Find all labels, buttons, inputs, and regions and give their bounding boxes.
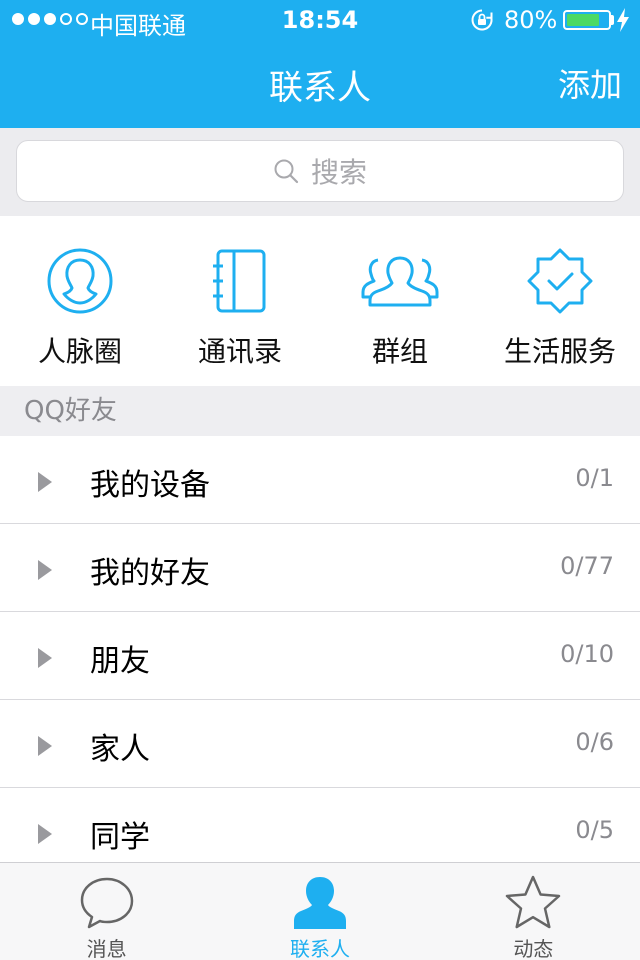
tab-contacts[interactable]: 联系人	[213, 863, 426, 960]
star-icon	[506, 875, 561, 929]
quick-item-label: 人脉圈	[37, 335, 122, 368]
search-placeholder: 搜索	[310, 156, 367, 189]
tab-label: 联系人	[289, 937, 350, 960]
group-row[interactable]: 家人 0/6	[0, 700, 640, 788]
status-bar: 中国联通 18:54 80%	[0, 0, 640, 40]
expand-arrow-icon	[38, 648, 52, 668]
battery-tip	[611, 15, 614, 25]
search-input[interactable]: 搜索	[16, 140, 624, 202]
battery-percent: 80%	[504, 6, 558, 34]
quick-item-label: 群组	[371, 335, 428, 368]
group-name: 同学	[90, 820, 150, 855]
search-icon	[274, 159, 299, 184]
contact-person-icon	[293, 877, 346, 929]
group-count: 0/6	[575, 728, 614, 756]
group-name: 我的设备	[90, 468, 210, 503]
address-book-icon	[213, 249, 266, 313]
group-name: 家人	[90, 732, 150, 767]
tab-label: 消息	[86, 937, 127, 960]
chat-bubble-icon	[80, 877, 133, 929]
quick-item-label: 通讯录	[197, 335, 282, 368]
expand-arrow-icon	[38, 824, 52, 844]
group-row[interactable]: 我的好友 0/77	[0, 524, 640, 612]
quick-item-connections[interactable]: 人脉圈	[0, 216, 160, 386]
group-name: 朋友	[90, 644, 150, 679]
friend-groups-list: 我的设备 0/1 我的好友 0/77 朋友 0/10 家人 0/6 同学 0/5	[0, 436, 640, 876]
expand-arrow-icon	[38, 472, 52, 492]
group-name: 我的好友	[90, 556, 210, 591]
group-count: 0/10	[560, 640, 614, 668]
page-title: 联系人	[269, 68, 371, 108]
quick-item-groups[interactable]: 群组	[320, 216, 480, 386]
group-row[interactable]: 我的设备 0/1	[0, 436, 640, 524]
person-circle-icon	[47, 248, 113, 314]
tab-label: 动态	[513, 937, 554, 960]
group-count: 0/1	[575, 464, 614, 492]
group-row[interactable]: 朋友 0/10	[0, 612, 640, 700]
group-count: 0/77	[560, 552, 614, 580]
add-button[interactable]: 添加	[558, 60, 622, 106]
tab-bar: 消息 联系人 动态	[0, 862, 640, 960]
rotation-lock-icon	[471, 9, 493, 31]
tab-moments[interactable]: 动态	[427, 863, 640, 960]
section-header: QQ好友	[0, 386, 640, 436]
expand-arrow-icon	[38, 560, 52, 580]
group-count: 0/5	[575, 816, 614, 844]
header: 中国联通 18:54 80% 联系人 添加	[0, 0, 640, 128]
charging-bolt-icon	[617, 8, 629, 32]
tab-messages[interactable]: 消息	[0, 863, 213, 960]
expand-arrow-icon	[38, 736, 52, 756]
search-area: 搜索	[0, 128, 640, 216]
quick-item-label: 生活服务	[503, 335, 616, 368]
group-icon	[361, 256, 439, 307]
quick-item-life-service[interactable]: 生活服务	[480, 216, 640, 386]
battery-level	[567, 14, 599, 26]
battery-icon	[563, 10, 611, 30]
quick-access: 人脉圈 通讯录 群组 生活服务	[0, 216, 640, 386]
service-badge-icon	[527, 248, 593, 314]
quick-item-address-book[interactable]: 通讯录	[160, 216, 320, 386]
